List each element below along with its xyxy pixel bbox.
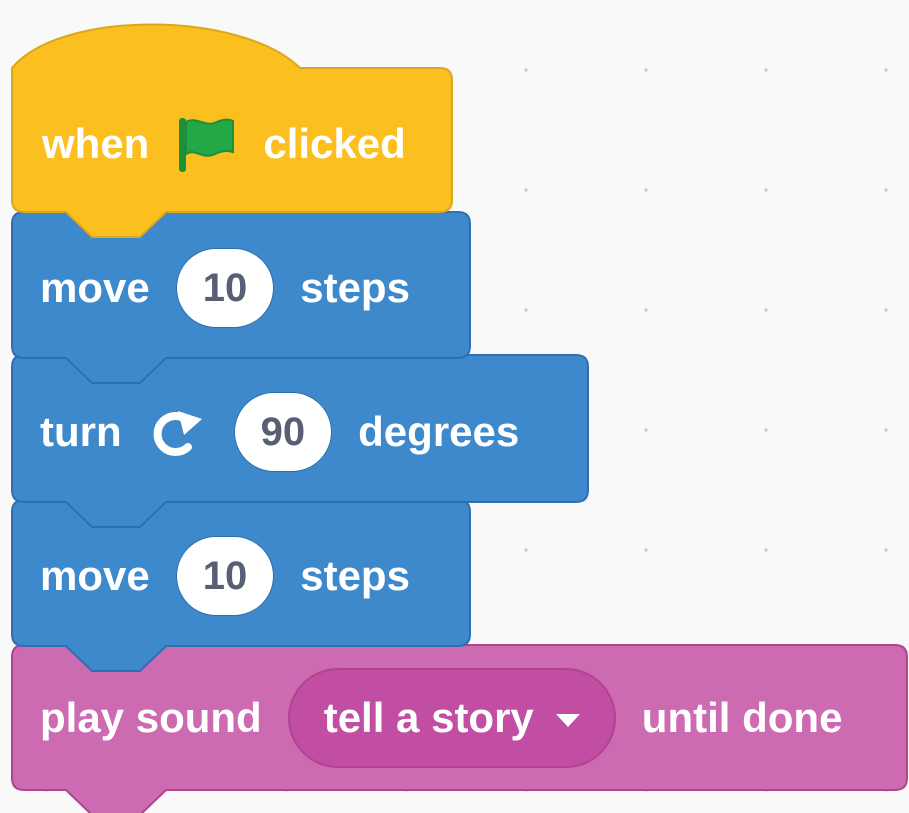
dropdown-arrow-icon: [555, 713, 580, 727]
turn-degrees-input[interactable]: 90: [233, 392, 333, 472]
sound-dropdown[interactable]: tell a story: [287, 668, 616, 768]
move-steps-input[interactable]: 10: [175, 248, 275, 328]
when-label: when: [42, 120, 150, 167]
until-done-label: until done: [641, 694, 843, 741]
turn-block[interactable]: turn 90 degrees: [40, 392, 519, 472]
steps-label: steps: [300, 552, 410, 599]
move-steps-input[interactable]: 10: [175, 536, 275, 616]
play-sound-label: play sound: [40, 694, 262, 741]
rotate-clockwise-icon: [148, 407, 208, 457]
turn-label: turn: [40, 408, 122, 455]
play-sound-until-done-block[interactable]: play sound tell a story until done: [40, 668, 843, 768]
green-flag-icon: [175, 114, 237, 174]
move-block-2[interactable]: move 10 steps: [40, 536, 410, 616]
when-flag-clicked-block[interactable]: when clicked: [42, 108, 406, 180]
move-block-1[interactable]: move 10 steps: [40, 248, 410, 328]
degrees-label: degrees: [358, 408, 520, 455]
steps-label: steps: [300, 264, 410, 311]
move-label: move: [40, 552, 150, 599]
sound-name: tell a story: [323, 694, 534, 741]
clicked-label: clicked: [263, 120, 406, 167]
move-label: move: [40, 264, 150, 311]
